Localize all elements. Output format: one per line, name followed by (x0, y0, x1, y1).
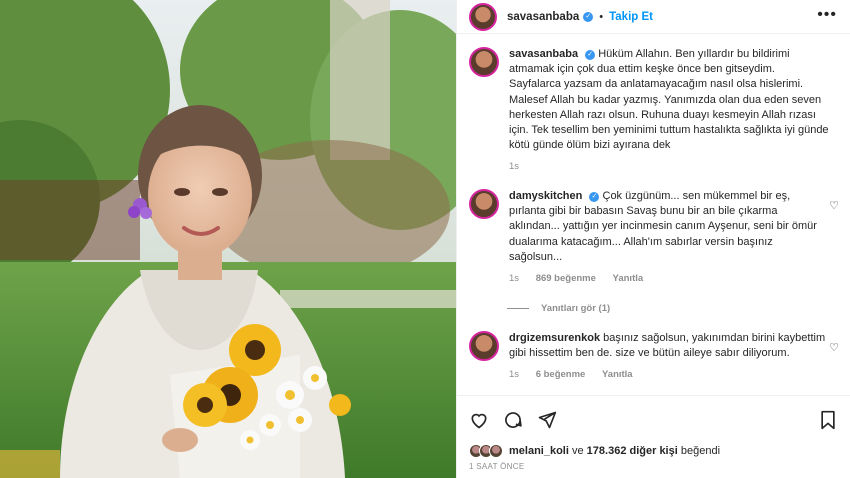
comment-username[interactable]: drgizemsurenkok (509, 332, 600, 344)
comment-username[interactable]: damyskitchen (509, 190, 582, 202)
caption-avatar[interactable] (469, 47, 499, 77)
post-actions: melani_koli ve 178.362 diğer kişi beğend… (457, 395, 850, 478)
verified-icon: ✓ (585, 50, 596, 60)
share-icon[interactable] (537, 410, 557, 430)
comment-avatar[interactable] (469, 331, 499, 361)
replies-line (507, 308, 529, 309)
comment-likes[interactable]: 869 beğenme (536, 273, 596, 284)
post-photo[interactable] (0, 0, 456, 478)
comment-item: drgizemsurenkok başınız sağolsun, yakını… (469, 331, 839, 383)
save-button[interactable] (819, 410, 837, 430)
comment-meta: 1s 6 beğenme Yanıtla (509, 367, 829, 382)
comment-body: drgizemsurenkok başınız sağolsun, yakını… (509, 331, 829, 383)
comments-section[interactable]: savasanbaba ✓ Hüküm Allahın. Ben yıllard… (457, 35, 850, 395)
caption-body: savasanbaba ✓ Hüküm Allahın. Ben yıllard… (509, 47, 829, 175)
reply-button[interactable]: Yanıtla (602, 369, 633, 380)
verified-icon: ✓ (583, 11, 594, 22)
comment-heart-icon[interactable]: ♡ (829, 341, 839, 354)
verified-icon: ✓ (589, 192, 600, 202)
caption-username[interactable]: savasanbaba (509, 48, 578, 60)
liked-by-user[interactable]: melani_koli (509, 445, 569, 457)
author-avatar[interactable] (469, 2, 497, 31)
more-icon[interactable]: ••• (817, 7, 837, 23)
comment-meta: 1s 869 beğenme Yanıtla (509, 271, 829, 286)
caption: savasanbaba ✓ Hüküm Allahın. Ben yıllard… (469, 47, 839, 175)
caption-meta: 1s (509, 159, 829, 174)
view-replies-label[interactable]: Yanıtları gör (1) (541, 303, 610, 314)
comment-likes[interactable]: 6 beğenme (536, 369, 586, 380)
instagram-post: savasanbaba ✓ • Takip Et ••• savasanbaba… (0, 0, 850, 478)
liked-by-connector: ve (571, 445, 584, 457)
likes-text: melani_koli ve 178.362 diğer kişi beğend… (509, 445, 720, 457)
photo-illustration (0, 0, 456, 478)
caption-text: Hüküm Allahın. Ben yıllardır bu bildirim… (509, 48, 829, 152)
caption-time[interactable]: 1s (509, 161, 519, 172)
comment-body: damyskitchen ✓ Çok üzgünüm... sen mükemm… (509, 189, 829, 286)
comment-item: damyskitchen ✓ Çok üzgünüm... sen mükemm… (469, 189, 839, 286)
post-time-ago[interactable]: 1 SAAT ÖNCE (469, 462, 524, 471)
likes-count[interactable]: 178.362 diğer kişi (587, 445, 678, 457)
comment-icon[interactable] (503, 410, 523, 430)
action-icons (469, 410, 557, 430)
heart-icon[interactable] (469, 410, 489, 430)
likes-suffix: beğendi (680, 445, 721, 457)
separator-dot: • (599, 10, 604, 23)
post-side-panel: savasanbaba ✓ • Takip Et ••• savasanbaba… (456, 0, 850, 478)
reply-button[interactable]: Yanıtla (613, 273, 644, 284)
liker-avatar (489, 444, 503, 458)
comment-heart-icon[interactable]: ♡ (829, 199, 839, 212)
post-header: savasanbaba ✓ • Takip Et ••• (457, 0, 850, 34)
likes-summary[interactable]: melani_koli ve 178.362 diğer kişi beğend… (469, 444, 720, 458)
author-username[interactable]: savasanbaba (507, 11, 579, 23)
bookmark-icon[interactable] (819, 410, 837, 430)
follow-button[interactable]: Takip Et (609, 11, 653, 23)
comment-time[interactable]: 1s (509, 273, 519, 284)
view-replies-button[interactable]: Yanıtları gör (1) (507, 303, 610, 314)
comment-time[interactable]: 1s (509, 369, 519, 380)
comment-avatar[interactable] (469, 189, 499, 219)
